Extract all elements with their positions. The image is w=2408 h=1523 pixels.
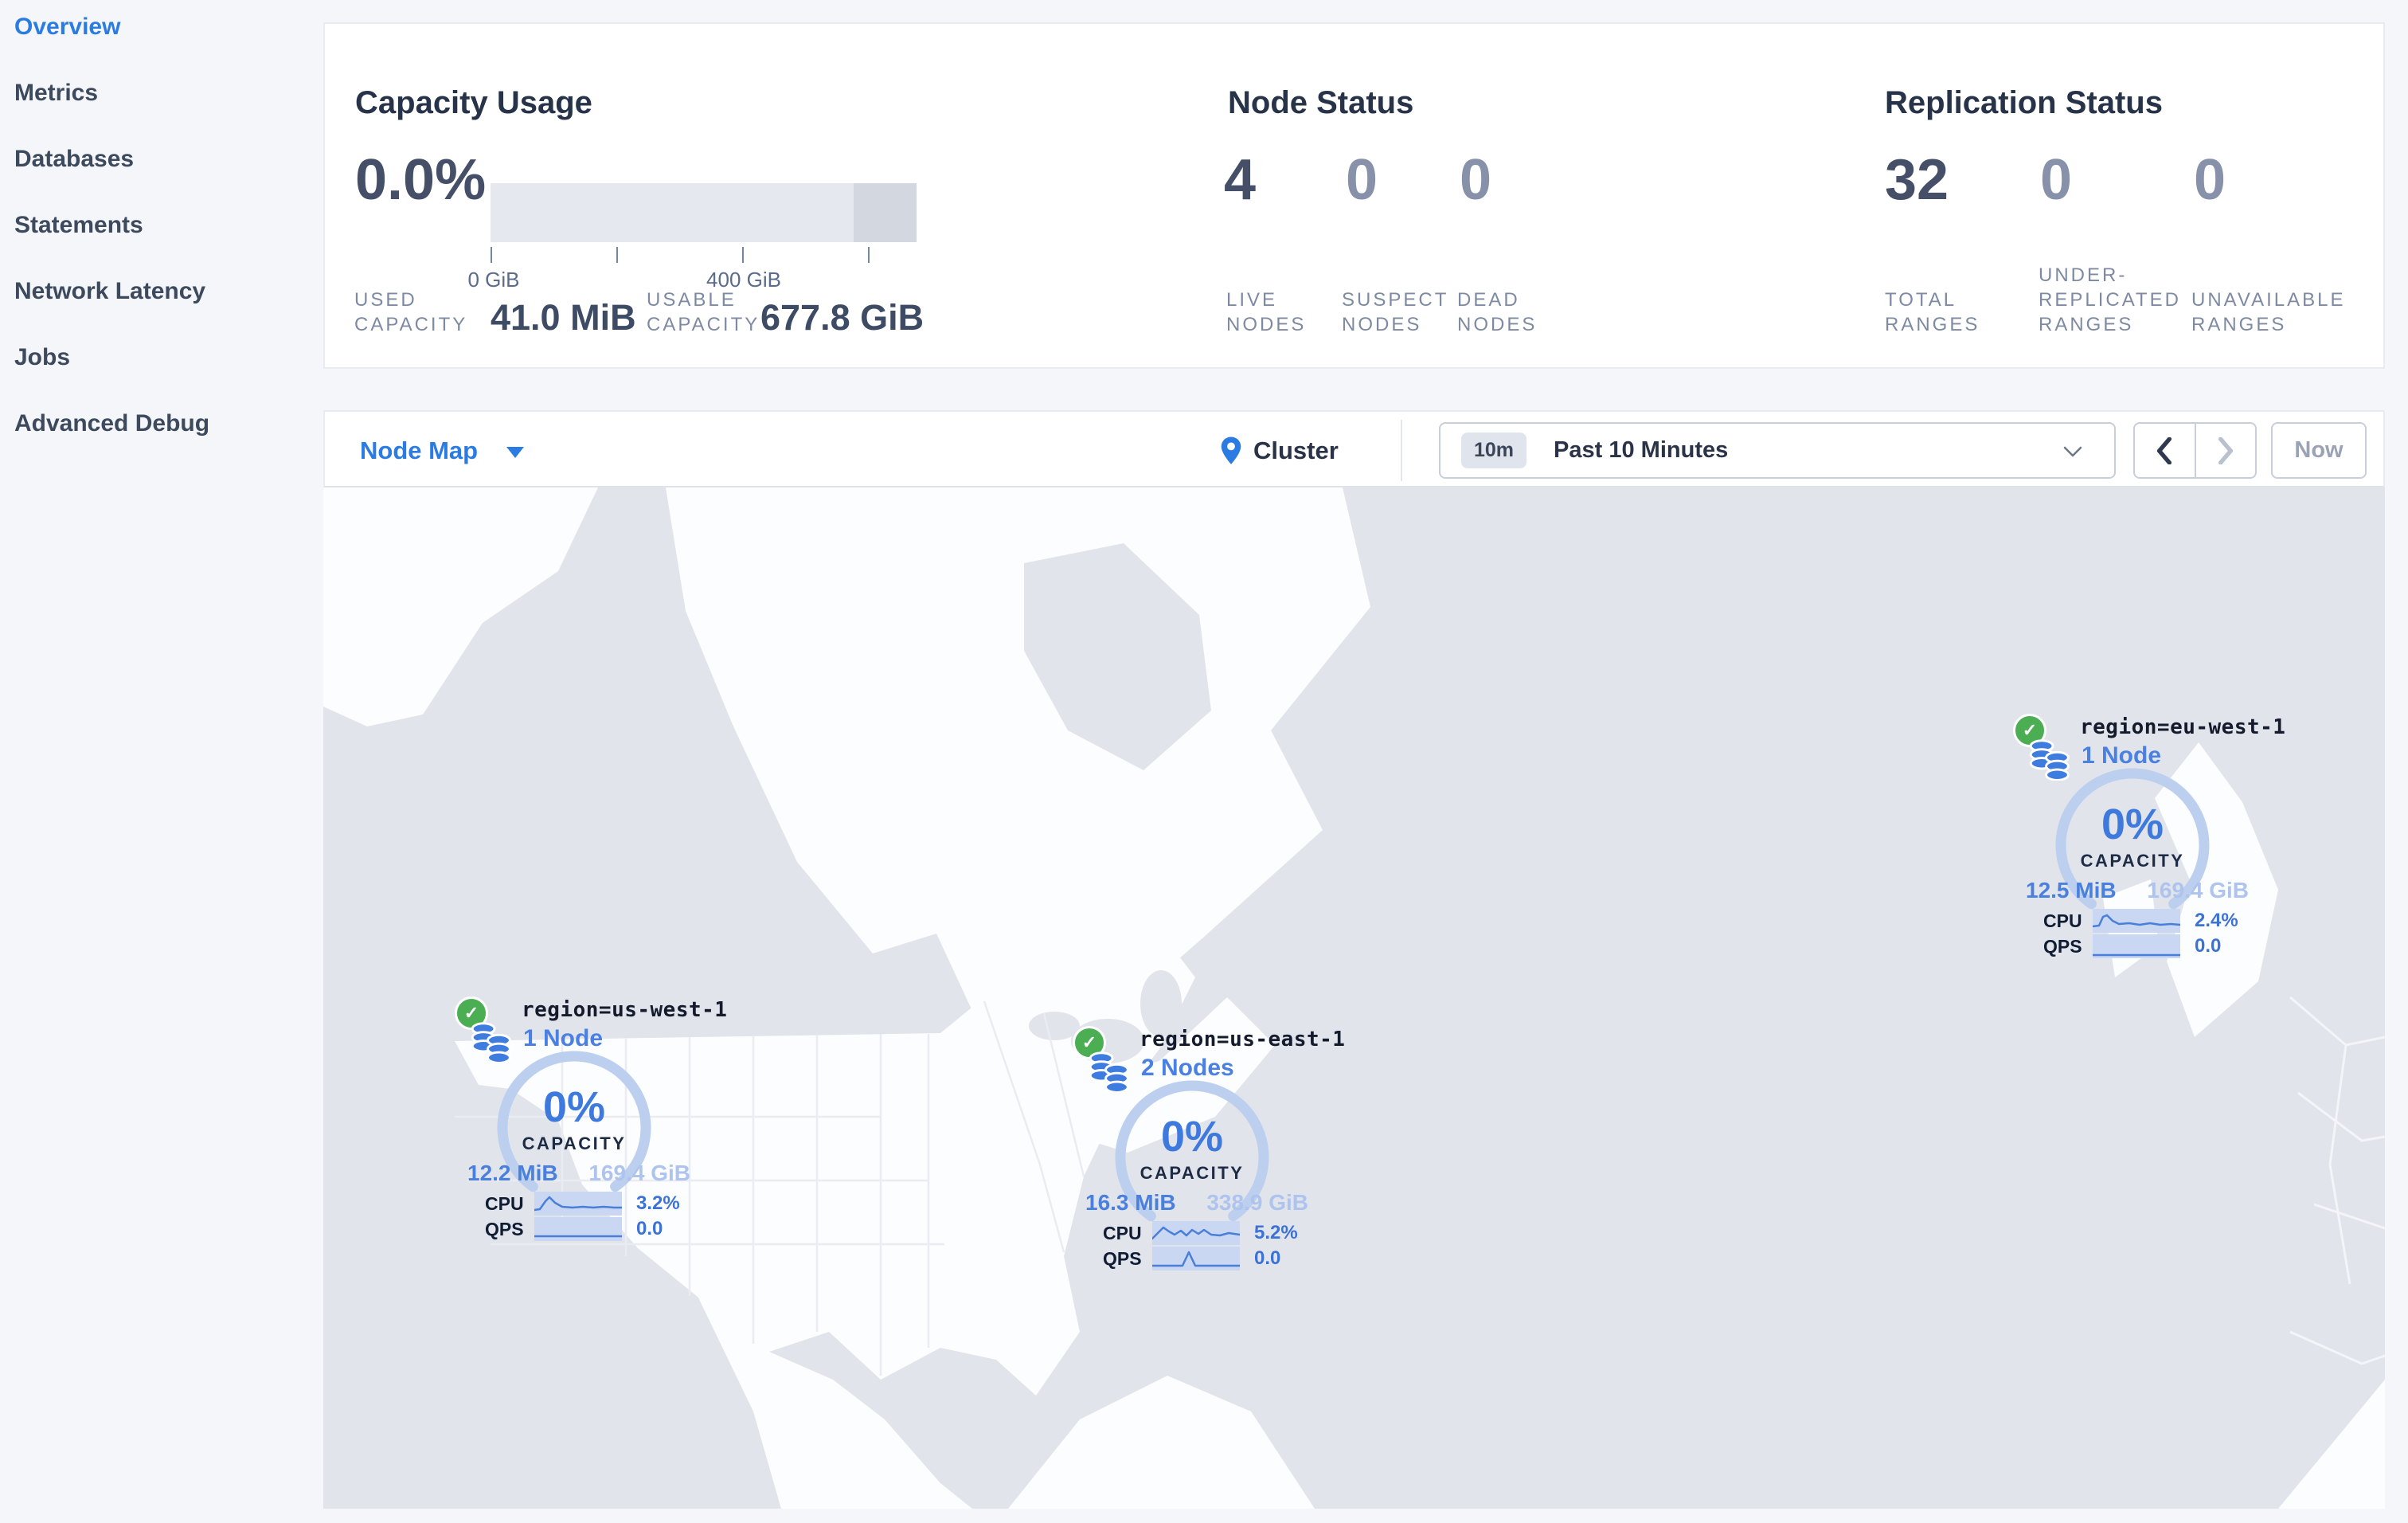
capacity-caption: CAPACITY	[522, 1133, 627, 1153]
capacity-caption: CAPACITY	[2080, 851, 2185, 871]
cpu-label: CPU	[2043, 910, 2082, 931]
sidebar: Overview Metrics Databases Statements Ne…	[0, 0, 323, 1523]
unavailable-ranges-count: 0	[2194, 148, 2226, 212]
time-step-buttons	[2133, 422, 2257, 479]
chevron-left-icon	[2157, 437, 2172, 464]
breadcrumb[interactable]: Cluster	[1220, 412, 1339, 489]
unavailable-ranges-label: UNAVAILABLE RANGES	[2191, 289, 2346, 335]
sidebar-item-overview[interactable]: Overview	[0, 0, 323, 60]
toolbar-divider	[1401, 420, 1402, 481]
used-capacity-label: USED CAPACITY	[354, 289, 468, 335]
chevron-right-icon	[2218, 437, 2233, 464]
usable-capacity: 169.4 GiB	[2147, 878, 2249, 902]
qps-sparkline	[534, 1217, 622, 1241]
usable-capacity-value: 677.8 GiB	[760, 297, 924, 338]
used-capacity-value: 41.0 MiB	[491, 297, 636, 338]
used-capacity: 16.3 MiB	[1085, 1190, 1176, 1215]
total-ranges-label: TOTAL RANGES	[1885, 289, 1980, 335]
region-label: region=eu-west-1	[2080, 715, 2286, 739]
suspect-nodes-label: SUSPECT NODES	[1342, 289, 1449, 335]
qps-value: 0.0	[2195, 935, 2222, 957]
cpu-value: 3.2%	[636, 1192, 680, 1214]
region-label: region=us-east-1	[1140, 1028, 1346, 1051]
region-label: region=us-west-1	[522, 998, 728, 1022]
cpu-sparkline	[2093, 909, 2180, 933]
total-ranges-count: 32	[1885, 148, 1949, 212]
qps-label: QPS	[485, 1218, 524, 1239]
suspect-nodes-count: 0	[1346, 148, 1378, 212]
time-range-label: Past 10 Minutes	[1554, 437, 1729, 463]
cluster-summary-card: Capacity Usage 0.0% 0 GiB 400 GiB USED C…	[323, 22, 2385, 369]
capacity-percent: 0%	[542, 1083, 606, 1131]
capacity-usage-title: Capacity Usage	[355, 85, 592, 121]
dead-nodes-label: DEAD NODES	[1457, 289, 1538, 335]
node-status-title: Node Status	[1228, 85, 1414, 121]
capacity-bar-nonusable-segment	[854, 183, 917, 242]
now-button[interactable]: Now	[2271, 422, 2367, 479]
dead-nodes-count: 0	[1460, 148, 1492, 212]
used-capacity: 12.2 MiB	[467, 1161, 558, 1185]
sidebar-item-databases[interactable]: Databases	[0, 126, 323, 192]
replication-status-title: Replication Status	[1885, 85, 2163, 121]
time-range-badge: 10m	[1461, 433, 1527, 468]
sidebar-item-network-latency[interactable]: Network Latency	[0, 258, 323, 324]
capacity-usage-bar: 0 GiB 400 GiB	[467, 183, 917, 292]
usable-capacity-label: USABLE CAPACITY	[647, 289, 760, 335]
time-step-back-button[interactable]	[2135, 424, 2196, 477]
view-selector-label: Node Map	[360, 436, 479, 464]
capacity-caption: CAPACITY	[1140, 1163, 1245, 1183]
cpu-sparkline	[1152, 1221, 1240, 1245]
under-replicated-ranges-label: UNDER- REPLICATED RANGES	[2039, 264, 2181, 335]
region-marker-us-east-1[interactable]: ✓ region=us-east-1 2 Nodes 0% CAPACITY 1…	[1073, 1026, 1345, 1274]
under-replicated-ranges-count: 0	[2040, 148, 2073, 212]
region-marker-us-west-1[interactable]: ✓ region=us-west-1 1 Node 0% CAPACITY 12…	[455, 996, 727, 1245]
cpu-label: CPU	[485, 1192, 524, 1214]
chevron-down-icon	[2063, 446, 2082, 457]
cpu-value: 2.4%	[2195, 910, 2238, 931]
capacity-percent: 0%	[2101, 801, 2164, 848]
time-step-forward-button[interactable]	[2196, 424, 2256, 477]
used-capacity: 12.5 MiB	[2026, 878, 2117, 902]
sidebar-item-advanced-debug[interactable]: Advanced Debug	[0, 390, 323, 456]
live-nodes-count: 4	[1224, 148, 1257, 212]
region-marker-eu-west-1[interactable]: ✓ region=eu-west-1 1 Node 0% CAPACITY 12…	[2013, 714, 2285, 962]
capacity-bar-track	[491, 183, 917, 242]
breadcrumb-label: Cluster	[1253, 436, 1339, 464]
qps-sparkline	[1152, 1247, 1240, 1270]
usable-capacity: 338.9 GiB	[1206, 1190, 1308, 1215]
qps-sparkline	[2093, 934, 2180, 958]
map-pin-icon	[1221, 437, 1241, 464]
time-range-dropdown[interactable]: 10m Past 10 Minutes	[1439, 422, 2116, 479]
usable-capacity: 169.4 GiB	[588, 1161, 690, 1185]
capacity-percent: 0%	[1160, 1113, 1224, 1161]
node-map[interactable]: ✓ region=us-west-1 1 Node 0% CAPACITY 12…	[323, 487, 2385, 1509]
sidebar-item-statements[interactable]: Statements	[0, 192, 323, 258]
cpu-value: 5.2%	[1254, 1222, 1298, 1243]
qps-label: QPS	[2043, 935, 2082, 957]
cpu-sparkline	[534, 1192, 622, 1216]
capacity-usage-percent: 0.0%	[355, 148, 487, 212]
chevron-down-icon	[506, 446, 525, 458]
qps-label: QPS	[1103, 1247, 1142, 1269]
sidebar-item-jobs[interactable]: Jobs	[0, 324, 323, 390]
live-nodes-label: LIVE NODES	[1226, 289, 1307, 335]
map-toolbar: Node Map Cluster 10m Past 10 Minutes Now	[323, 410, 2385, 487]
qps-value: 0.0	[1254, 1247, 1281, 1269]
sidebar-item-metrics[interactable]: Metrics	[0, 60, 323, 126]
cpu-label: CPU	[1103, 1222, 1142, 1243]
capacity-axis-tick-0: 0 GiB	[467, 268, 520, 292]
view-selector-dropdown[interactable]: Node Map	[360, 412, 525, 489]
qps-value: 0.0	[636, 1218, 663, 1239]
